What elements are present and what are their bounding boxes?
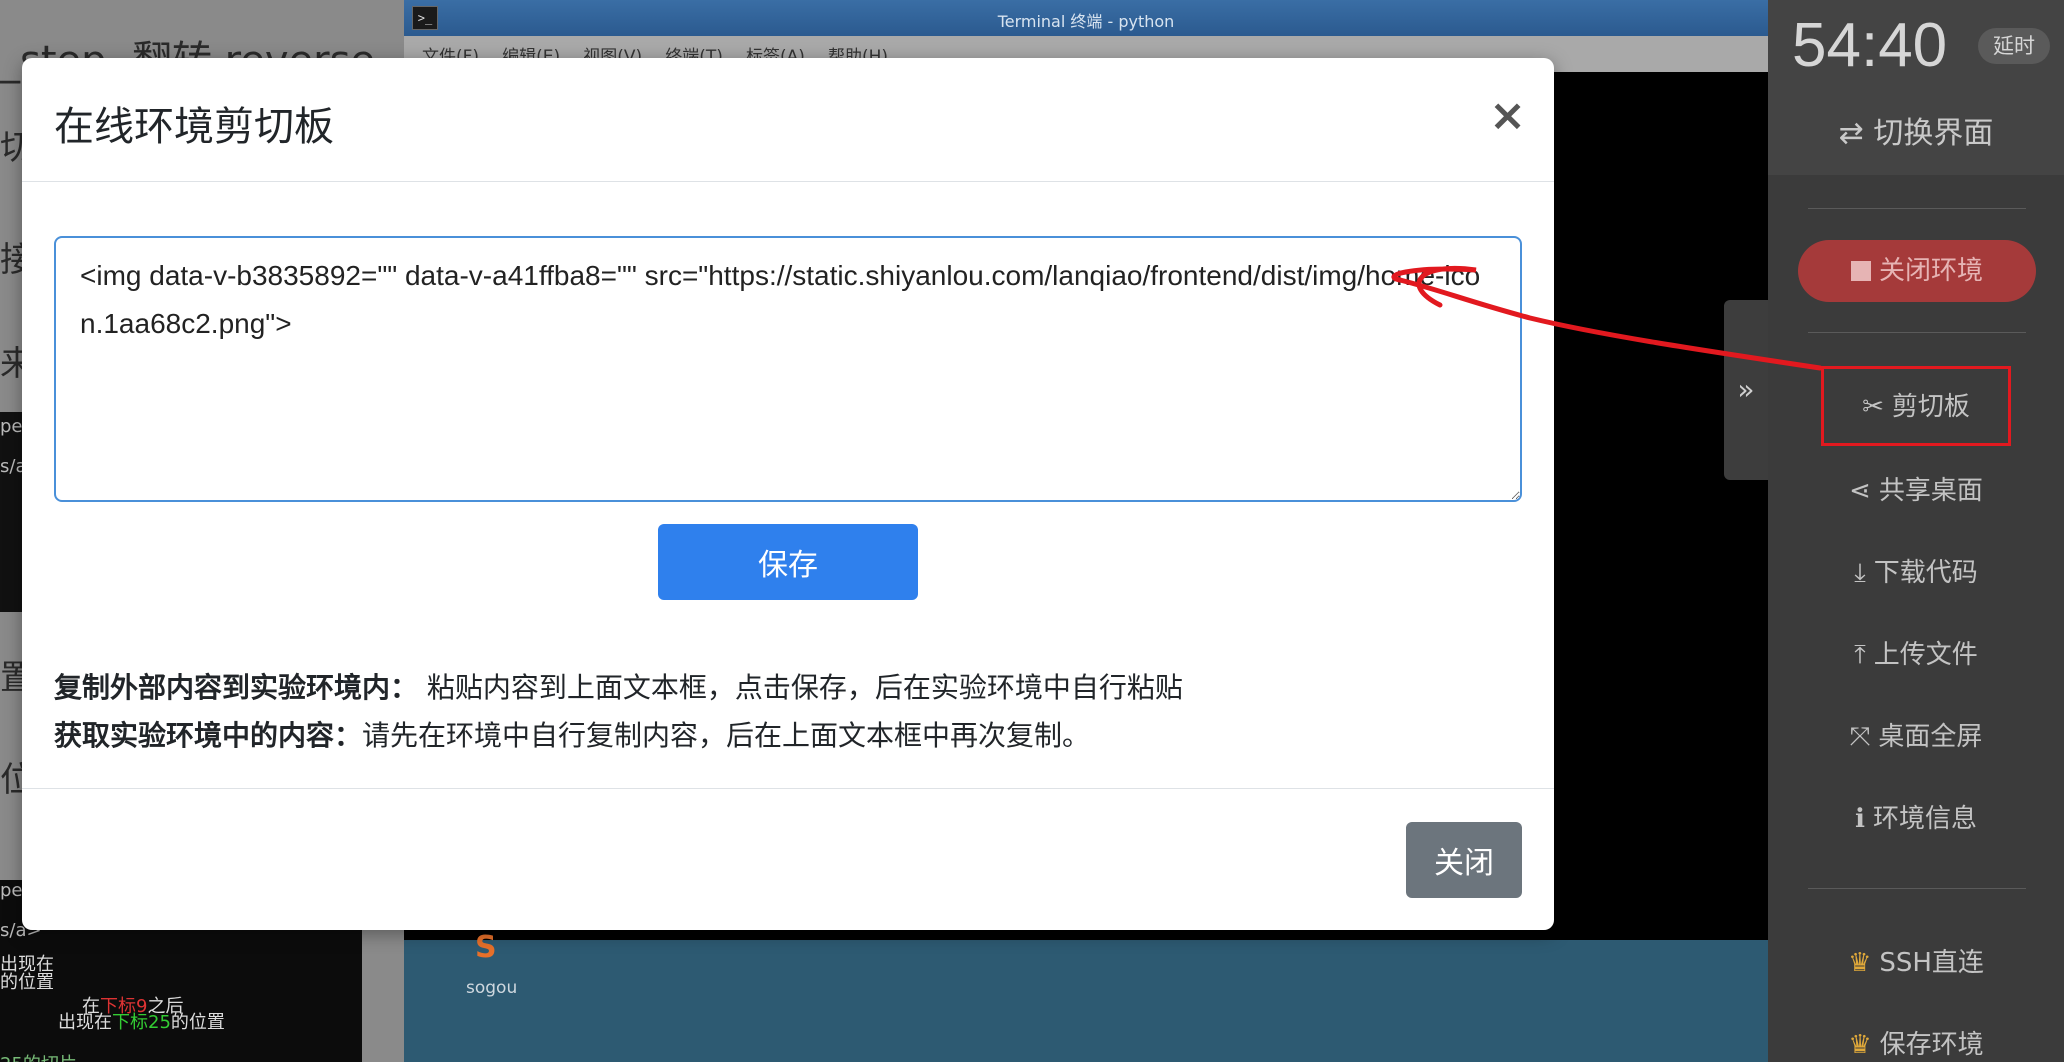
instruction-copy-out: 获取实验环境中的内容：请先在环境中自行复制内容，后在上面文本框中再次复制。 [54,712,1514,760]
clipboard-textarea[interactable] [54,236,1522,502]
instruction-label: 复制外部内容到实验环境内： [54,671,419,704]
modal-header: 在线环境剪切板 × [22,58,1554,182]
clipboard-modal: 在线环境剪切板 × 保存 复制外部内容到实验环境内： 粘贴内容到上面文本框，点击… [22,58,1554,930]
instruction-label: 获取实验环境中的内容： [54,719,363,752]
close-icon[interactable]: × [1489,94,1526,138]
instruction-copy-in: 复制外部内容到实验环境内： 粘贴内容到上面文本框，点击保存，后在实验环境中自行粘… [54,664,1514,712]
modal-footer-divider [22,788,1554,789]
save-button[interactable]: 保存 [658,524,918,600]
close-button[interactable]: 关闭 [1406,822,1522,898]
instruction-text: 请先在环境中自行复制内容，后在上面文本框中再次复制。 [362,719,1091,752]
instructions: 复制外部内容到实验环境内： 粘贴内容到上面文本框，点击保存，后在实验环境中自行粘… [54,664,1514,760]
instruction-text: 粘贴内容到上面文本框，点击保存，后在实验环境中自行粘贴 [418,671,1183,704]
modal-title: 在线环境剪切板 [54,104,334,150]
